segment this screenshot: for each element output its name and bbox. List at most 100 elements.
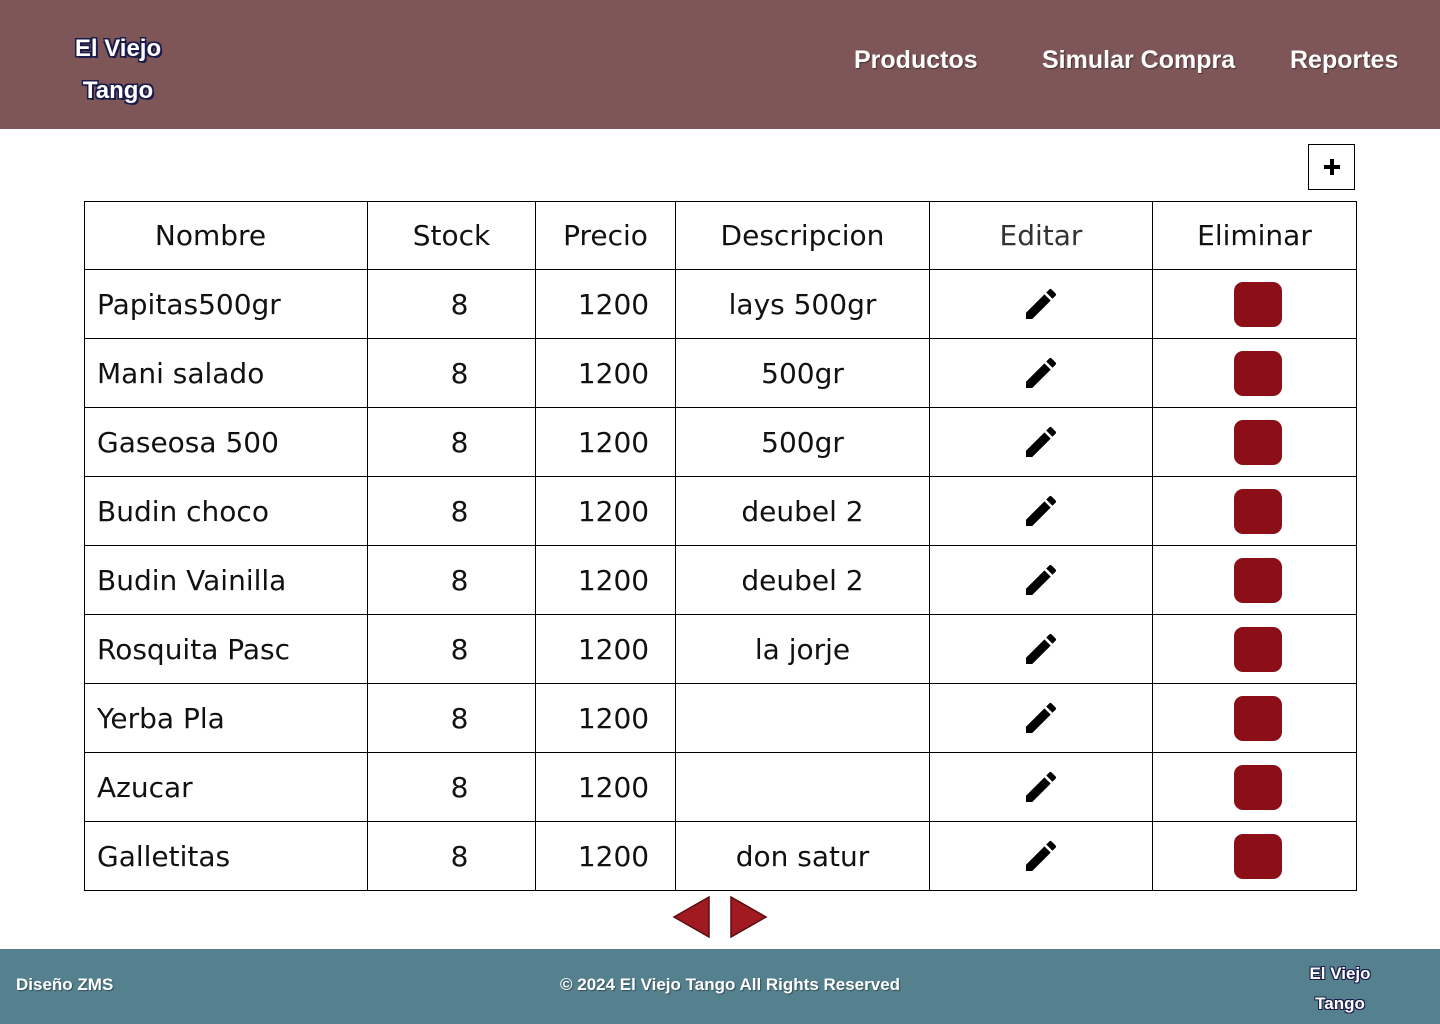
cell-eliminar (1152, 821, 1357, 891)
header-editar: Editar (929, 201, 1153, 270)
caret-left-icon[interactable] (672, 896, 710, 938)
pencil-icon[interactable] (1021, 422, 1061, 462)
cell-editar (929, 476, 1153, 546)
cell-nombre: Gaseosa 500 (84, 407, 368, 477)
pencil-icon[interactable] (1021, 560, 1061, 600)
cell-precio: 1200 (535, 476, 676, 546)
cell-nombre: Budin choco (84, 476, 368, 546)
cell-editar (929, 683, 1153, 753)
cell-eliminar (1152, 407, 1357, 477)
products-table: Nombre Stock Precio Descripcion Editar E… (84, 201, 1357, 891)
nav-link-productos[interactable]: Productos (854, 46, 978, 75)
cell-eliminar (1152, 683, 1357, 753)
cell-eliminar (1152, 545, 1357, 615)
cell-nombre: Galletitas (84, 821, 368, 891)
nav-link-simular-compra[interactable]: Simular Compra (1042, 46, 1235, 75)
table-row: Mani salado 8 1200 500gr (84, 338, 1357, 408)
cell-nombre: Rosquita Pasc (84, 614, 368, 684)
table-row: Budin choco 8 1200 deubel 2 (84, 476, 1357, 546)
delete-button[interactable] (1234, 419, 1282, 465)
cell-descripcion: deubel 2 (675, 476, 930, 546)
site-header: El Viejo Tango Productos Simular Compra … (0, 0, 1440, 129)
table-row: Gaseosa 500 8 1200 500gr (84, 407, 1357, 477)
cell-precio: 1200 (535, 269, 676, 339)
delete-button[interactable] (1234, 695, 1282, 741)
caret-right-icon[interactable] (730, 896, 768, 938)
delete-button[interactable] (1234, 281, 1282, 327)
delete-button[interactable] (1234, 488, 1282, 534)
cell-nombre: Papitas500gr (84, 269, 368, 339)
cell-editar (929, 269, 1153, 339)
cell-precio: 1200 (535, 614, 676, 684)
cell-eliminar (1152, 476, 1357, 546)
cell-editar (929, 821, 1153, 891)
footer-copyright: © 2024 El Viejo Tango All Rights Reserve… (560, 975, 901, 994)
cell-descripcion: don satur (675, 821, 930, 891)
pencil-icon[interactable] (1021, 629, 1061, 669)
cell-editar (929, 614, 1153, 684)
cell-descripcion: 500gr (675, 338, 930, 408)
header-precio: Precio (535, 201, 676, 270)
cell-nombre: Yerba Pla (84, 683, 368, 753)
cell-descripcion: la jorje (675, 614, 930, 684)
cell-stock: 8 (367, 752, 536, 822)
cell-eliminar (1152, 338, 1357, 408)
logo-line-2: Tango (82, 77, 154, 104)
table-row: Rosquita Pasc 8 1200 la jorje (84, 614, 1357, 684)
cell-editar (929, 752, 1153, 822)
table-row: Papitas500gr 8 1200 lays 500gr (84, 269, 1357, 339)
cell-stock: 8 (367, 338, 536, 408)
cell-editar (929, 338, 1153, 408)
footer-logo-line-1: El Viejo (1309, 964, 1371, 983)
table-header-row: Nombre Stock Precio Descripcion Editar E… (84, 201, 1357, 270)
cell-editar (929, 545, 1153, 615)
cell-nombre: Budin Vainilla (84, 545, 368, 615)
header-descripcion: Descripcion (675, 201, 930, 270)
cell-precio: 1200 (535, 545, 676, 615)
delete-button[interactable] (1234, 764, 1282, 810)
cell-descripcion (675, 683, 930, 753)
cell-precio: 1200 (535, 752, 676, 822)
pencil-icon[interactable] (1021, 767, 1061, 807)
cell-eliminar (1152, 269, 1357, 339)
pagination (672, 896, 772, 940)
add-product-button[interactable] (1308, 144, 1355, 190)
table-body: Papitas500gr 8 1200 lays 500gr Mani salado 8 1… (84, 269, 1357, 891)
pencil-icon[interactable] (1021, 284, 1061, 324)
cell-stock: 8 (367, 407, 536, 477)
cell-descripcion (675, 752, 930, 822)
cell-precio: 1200 (535, 407, 676, 477)
footer-logo-line-2: Tango (1315, 994, 1365, 1013)
cell-stock: 8 (367, 614, 536, 684)
delete-button[interactable] (1234, 833, 1282, 879)
cell-eliminar (1152, 614, 1357, 684)
cell-stock: 8 (367, 545, 536, 615)
cell-stock: 8 (367, 821, 536, 891)
table-row: Azucar 8 1200 (84, 752, 1357, 822)
header-stock: Stock (367, 201, 536, 270)
cell-descripcion: 500gr (675, 407, 930, 477)
header-nombre: Nombre (84, 201, 368, 270)
cell-eliminar (1152, 752, 1357, 822)
cell-stock: 8 (367, 269, 536, 339)
cell-descripcion: deubel 2 (675, 545, 930, 615)
cell-descripcion: lays 500gr (675, 269, 930, 339)
footer-logo: El Viejo Tango (1296, 959, 1384, 1019)
pencil-icon[interactable] (1021, 698, 1061, 738)
cell-precio: 1200 (535, 683, 676, 753)
footer-designer: Diseño ZMS (16, 975, 114, 994)
delete-button[interactable] (1234, 626, 1282, 672)
cell-nombre: Mani salado (84, 338, 368, 408)
cell-nombre: Azucar (84, 752, 368, 822)
nav-link-reportes[interactable]: Reportes (1290, 46, 1398, 75)
cell-editar (929, 407, 1153, 477)
pencil-icon[interactable] (1021, 491, 1061, 531)
header-eliminar: Eliminar (1152, 201, 1357, 270)
site-footer: Diseño ZMS © 2024 El Viejo Tango All Rig… (0, 949, 1440, 1024)
brand-logo[interactable]: El Viejo Tango (58, 28, 178, 112)
cell-stock: 8 (367, 476, 536, 546)
pencil-icon[interactable] (1021, 836, 1061, 876)
delete-button[interactable] (1234, 350, 1282, 396)
delete-button[interactable] (1234, 557, 1282, 603)
pencil-icon[interactable] (1021, 353, 1061, 393)
